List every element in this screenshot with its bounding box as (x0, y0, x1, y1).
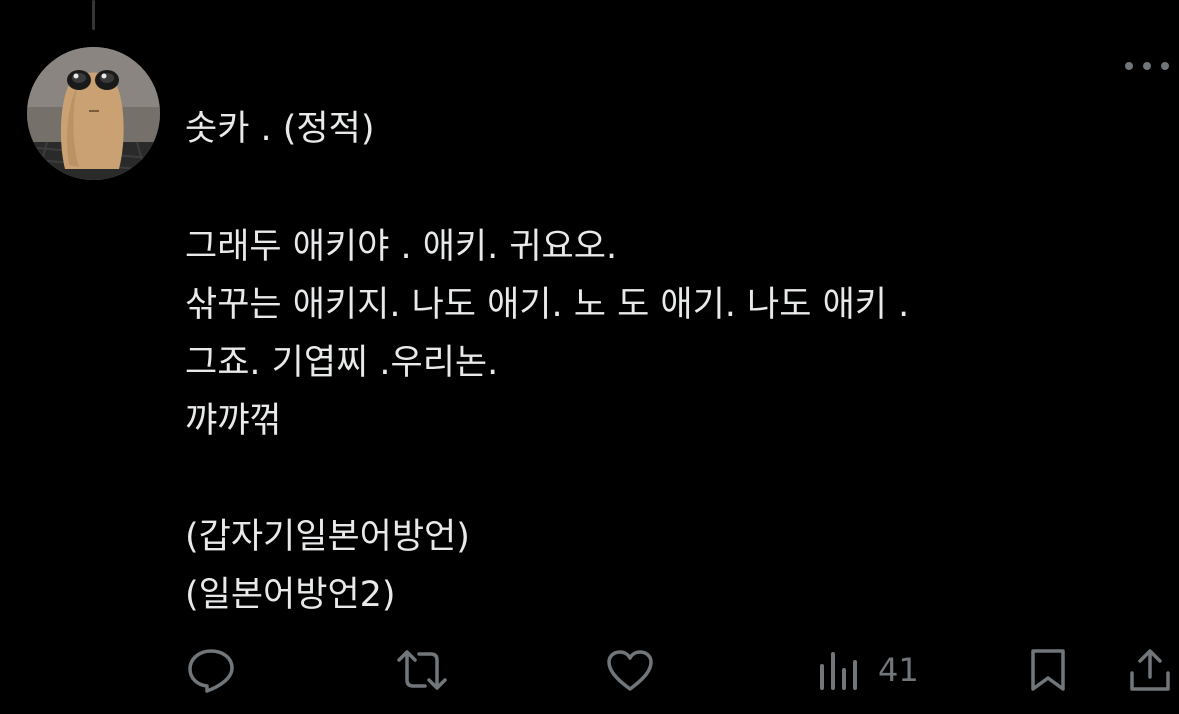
heart-icon (607, 650, 653, 691)
more-dot (1161, 62, 1169, 70)
tweet-line: (갑자기일본어방언) (185, 517, 470, 557)
views-button[interactable]: 41 (818, 640, 919, 700)
tweet-line: 그죠. 기엽찌 .우리논. (185, 343, 499, 383)
retweet-button[interactable] (395, 640, 449, 700)
bookmark-button[interactable] (1028, 640, 1068, 700)
views-count: 41 (878, 651, 919, 689)
tweet-text: 그래두 애키야 . 애키. 귀요오. 삮꾸는 애키지. 나도 애기. 노 도 애… (185, 218, 1145, 624)
more-dot (1143, 62, 1151, 70)
tweet-line: 삮꾸는 애키지. 나도 애기. 노 도 애기. 나도 애키 . (185, 285, 910, 325)
share-icon (1130, 649, 1170, 691)
share-button[interactable] (1128, 640, 1172, 700)
author-display-name[interactable]: 솟카 . (정적) (185, 104, 375, 154)
like-button[interactable] (605, 640, 655, 700)
more-horizontal-icon[interactable] (1125, 55, 1169, 77)
reply-button[interactable] (186, 640, 236, 700)
tweet-line: 그래두 애키야 . 애키. 귀요오. (185, 227, 618, 267)
tweet-line: (일본어방언2) (185, 575, 396, 615)
avatar[interactable] (27, 47, 160, 180)
tweet-action-bar: 41 (0, 640, 1179, 700)
thread-connector-line (92, 0, 95, 30)
retweet-icon (397, 650, 447, 690)
reply-bubble-icon (188, 649, 234, 693)
bookmark-icon (1031, 649, 1065, 691)
plush-creature-avatar-icon (27, 47, 160, 180)
more-dot (1125, 62, 1133, 70)
views-chart-icon (820, 652, 857, 690)
tweet-line: 꺄꺄꺾 (185, 401, 282, 441)
